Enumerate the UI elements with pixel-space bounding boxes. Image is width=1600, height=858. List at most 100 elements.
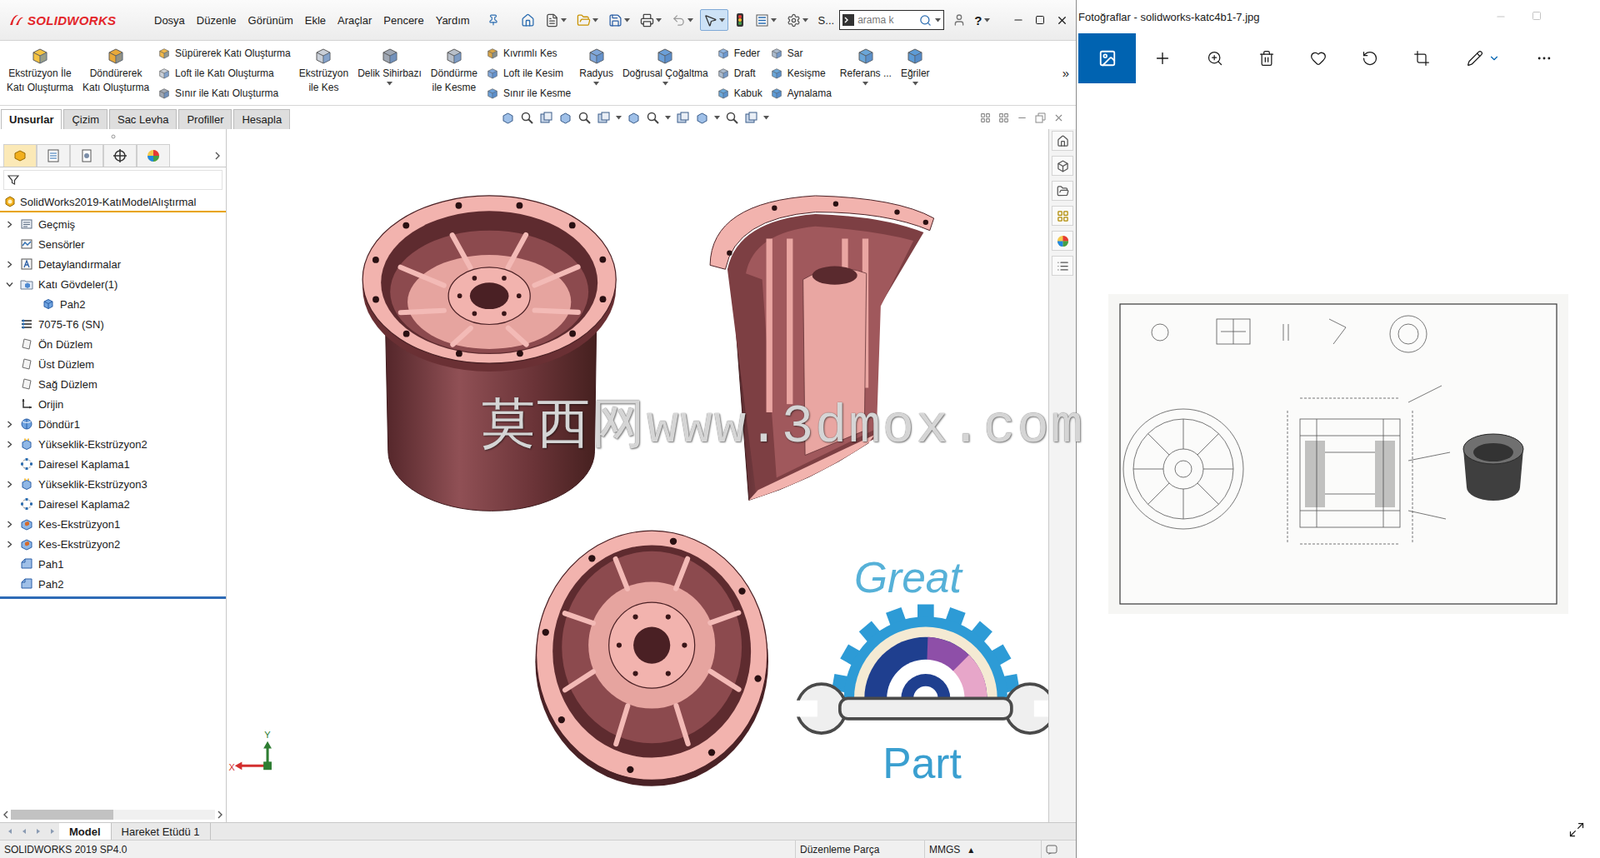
- panel-grip[interactable]: [0, 129, 226, 145]
- menu-item[interactable]: Düzenle: [190, 11, 243, 30]
- menu-item[interactable]: Görünüm: [242, 11, 300, 30]
- tree-item[interactable]: Ön Düzlem: [0, 334, 226, 355]
- menu-item[interactable]: Araçlar: [331, 11, 378, 30]
- tree-arrow[interactable]: [3, 540, 15, 549]
- maximize-icon[interactable]: [1531, 10, 1542, 21]
- ribbon-large-button[interactable]: Döndürmeile Kesme: [427, 43, 481, 103]
- part-top-view[interactable]: [362, 195, 616, 511]
- tree-item[interactable]: Üst Düzlem: [0, 354, 226, 375]
- restore-icon[interactable]: [1035, 112, 1046, 124]
- view-tool-icon[interactable]: [645, 110, 660, 125]
- favorite-button[interactable]: [1292, 33, 1345, 84]
- tree-arrow[interactable]: [3, 280, 15, 289]
- panel-scrollbar[interactable]: [0, 807, 226, 823]
- ribbon-small-button[interactable]: Draft: [716, 63, 763, 83]
- status-units[interactable]: MMGS▴: [924, 840, 1041, 858]
- ribbon-large-button[interactable]: Doğrusal Çoğaltma: [619, 43, 712, 103]
- edit-button[interactable]: [1447, 33, 1520, 84]
- ribbon-small-button[interactable]: Loft ile Kesim: [485, 63, 571, 83]
- ribbon-large-button[interactable]: Eğriler: [897, 43, 934, 103]
- search-icon[interactable]: [919, 14, 932, 27]
- menu-item[interactable]: Dosya: [148, 11, 191, 30]
- tree-arrow[interactable]: [3, 440, 15, 449]
- close-button[interactable]: [1050, 9, 1073, 31]
- tree-item[interactable]: Pah2: [0, 294, 226, 315]
- view-tool-icon[interactable]: [520, 110, 535, 125]
- crop-button[interactable]: [1395, 33, 1448, 84]
- ribbon-small-button[interactable]: Kabuk: [716, 83, 763, 103]
- user-icon[interactable]: [952, 13, 966, 27]
- command-tab[interactable]: Sac Levha: [109, 109, 177, 130]
- ribbon-small-button[interactable]: Feder: [716, 43, 763, 63]
- tree-item[interactable]: Pah1: [0, 554, 226, 575]
- view-tool-icon[interactable]: [500, 110, 515, 125]
- tree-arrow[interactable]: [3, 260, 15, 269]
- panel-tab[interactable]: [70, 144, 104, 167]
- tree-item[interactable]: Geçmiş: [0, 214, 226, 235]
- ribbon-large-button[interactable]: DöndürerekKatı Oluşturma: [79, 43, 153, 103]
- tree-root[interactable]: SolidWorks2019-KatıModelAlıştırmal: [0, 192, 226, 213]
- view-tool-icon[interactable]: [558, 110, 573, 125]
- minimize-icon[interactable]: [1495, 10, 1507, 23]
- tree-item[interactable]: Sensörler: [0, 234, 226, 255]
- tree-item[interactable]: Pah2: [0, 574, 226, 595]
- tree-arrow[interactable]: [3, 480, 15, 489]
- quick-tool-button[interactable]: [636, 9, 665, 31]
- tree-item[interactable]: 7075-T6 (SN): [0, 314, 226, 335]
- quick-tool-button[interactable]: [517, 9, 539, 31]
- status-tools[interactable]: [1040, 840, 1076, 858]
- ribbon-small-button[interactable]: Loft ile Katı Oluşturma: [157, 63, 291, 83]
- tree-item[interactable]: Detaylandırmalar: [0, 254, 226, 275]
- filter-field[interactable]: [3, 170, 223, 190]
- ribbon-large-button[interactable]: Referans ...: [836, 43, 895, 103]
- bottom-tab[interactable]: Hareket Etüdü 1: [111, 823, 211, 840]
- menu-item[interactable]: Pencere: [377, 11, 430, 30]
- delete-button[interactable]: [1240, 33, 1293, 84]
- ribbon-more-button[interactable]: »: [1059, 65, 1073, 80]
- view-tool-icon[interactable]: [695, 110, 710, 125]
- more-button[interactable]: [1519, 33, 1570, 84]
- task-pane-button[interactable]: [1051, 155, 1074, 176]
- task-pane-button[interactable]: [1051, 255, 1074, 276]
- view-tool-icon[interactable]: [596, 110, 611, 125]
- panel-more[interactable]: [214, 144, 226, 167]
- tile-icon[interactable]: [998, 112, 1010, 124]
- maximize-button[interactable]: [1029, 9, 1051, 31]
- search-box[interactable]: arama k: [839, 10, 945, 30]
- panel-tab[interactable]: [103, 144, 137, 167]
- menu-item[interactable]: Yardım: [430, 11, 476, 30]
- view-tool-icon[interactable]: [744, 110, 759, 125]
- quick-tool-button[interactable]: [573, 9, 602, 31]
- tree-arrow[interactable]: [3, 520, 15, 529]
- ribbon-small-button[interactable]: Sınır ile Kesme: [485, 83, 571, 103]
- scroll-thumb[interactable]: [10, 810, 114, 820]
- tab-nav-button[interactable]: [45, 823, 60, 840]
- tree-item[interactable]: Dairesel Kaplama2: [0, 494, 226, 515]
- command-tab[interactable]: Profiller: [178, 109, 232, 130]
- tree-item[interactable]: Orijin: [0, 394, 226, 415]
- ribbon-small-button[interactable]: Sar: [770, 43, 832, 63]
- ribbon-large-button[interactable]: Ekstrüzyon İleKatı Oluşturma: [3, 43, 77, 103]
- ribbon-large-button[interactable]: Ekstrüzyonile Kes: [295, 43, 352, 103]
- rollback-bar[interactable]: [0, 596, 226, 600]
- quick-tool-button[interactable]: [751, 9, 780, 31]
- panel-tab[interactable]: [36, 144, 70, 167]
- tree-item[interactable]: Döndür1: [0, 414, 226, 435]
- ribbon-large-button[interactable]: Delik Sihirbazı: [354, 43, 425, 103]
- command-tab[interactable]: Çizim: [63, 109, 108, 130]
- graphics-area[interactable]: GreatPartXY: [226, 129, 1049, 823]
- quick-tool-button[interactable]: [541, 9, 570, 31]
- model-viewport[interactable]: GreatPartXY: [226, 129, 1049, 823]
- tree-item[interactable]: Dairesel Kaplama1: [0, 454, 226, 475]
- view-tool-icon[interactable]: [626, 110, 641, 125]
- tree-item[interactable]: Sağ Düzlem: [0, 374, 226, 395]
- task-pane-button[interactable]: [1051, 130, 1074, 151]
- ribbon-small-button[interactable]: Aynalama: [770, 83, 832, 103]
- tree-item[interactable]: Yükseklik-Ekstrüzyon2: [0, 434, 226, 455]
- tab-nav-button[interactable]: [16, 823, 31, 840]
- command-tab[interactable]: Unsurlar: [0, 109, 62, 130]
- tree-item[interactable]: Kes-Ekstrüzyon2: [0, 534, 226, 555]
- part-section-view[interactable]: [710, 195, 935, 500]
- view-tool-icon[interactable]: [675, 110, 690, 125]
- add-button[interactable]: [1135, 33, 1190, 84]
